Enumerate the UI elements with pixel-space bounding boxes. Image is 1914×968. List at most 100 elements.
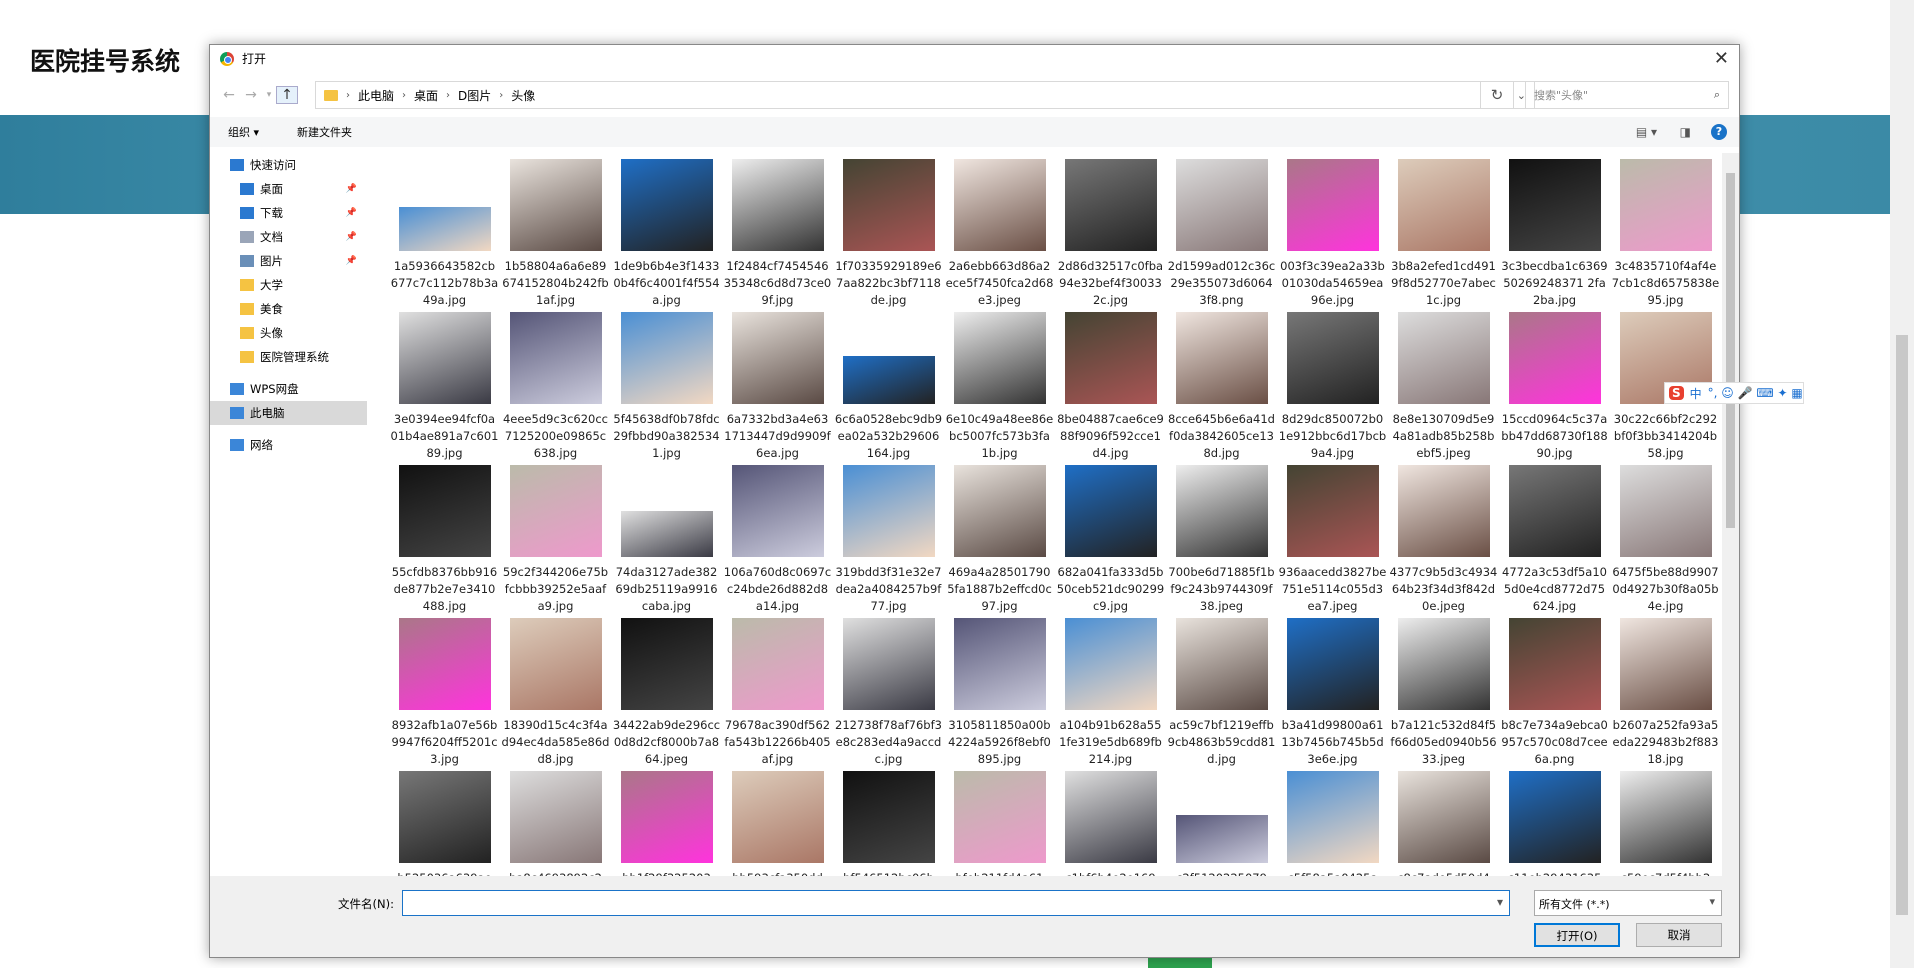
file-list-scrollbar[interactable] xyxy=(1722,153,1739,876)
file-item[interactable]: c5f58a5a0425a xyxy=(1277,771,1388,876)
file-item[interactable]: 682a041fa333d5b50ceb521dc90299c9.jpg xyxy=(1055,465,1166,618)
image-thumbnail xyxy=(398,312,491,404)
sidebar-item-9[interactable]: WPS网盘 xyxy=(210,377,367,401)
file-item[interactable]: bb1f29f325203 xyxy=(611,771,722,876)
file-name: 700be6d71885f1bf9c243b9744309f38.jpeg xyxy=(1168,565,1275,613)
file-item[interactable]: ac59c7bf1219effb9cb4863b59cdd81d.jpg xyxy=(1166,618,1277,771)
open-button[interactable]: 打开(O) xyxy=(1534,923,1620,947)
file-item[interactable]: 1b58804a6a6e89674152804b242fb1af.jpg xyxy=(500,159,611,312)
preview-pane-icon[interactable]: ◨ xyxy=(1680,125,1691,139)
sidebar-item-7[interactable]: 头像 xyxy=(210,321,367,345)
filetype-select[interactable]: 所有文件 (*.*) xyxy=(1534,890,1722,916)
file-item[interactable]: 319bdd3f31e32e7dea2a4084257b9f77.jpg xyxy=(833,465,944,618)
file-item[interactable]: b3a41d99800a6113b7456b745b5d3e6e.jpg xyxy=(1277,618,1388,771)
file-item[interactable]: bb593cfa350dd xyxy=(722,771,833,876)
file-item[interactable]: 5f45638df0b78fdc29fbbd90a3825341.jpg xyxy=(611,312,722,465)
file-item[interactable]: c59ec7d5f4bb2 xyxy=(1610,771,1721,876)
breadcrumb-d图片[interactable]: D图片 xyxy=(458,87,491,104)
file-item[interactable]: 3c3becdba1c636950269248371 2fa2ba.jpg xyxy=(1499,159,1610,312)
file-item[interactable]: 4772a3c53df5a105d0e4cd8772d75624.jpg xyxy=(1499,465,1610,618)
file-item[interactable]: 15ccd0964c5c37abb47dd68730f18890.jpg xyxy=(1499,312,1610,465)
file-item[interactable]: 8932afb1a07e56b9947f6204ff5201c3.jpg xyxy=(389,618,500,771)
ime-mode[interactable]: 中 xyxy=(1690,385,1702,402)
back-icon[interactable]: ← xyxy=(218,87,240,103)
file-item[interactable]: c8c7ade5d50d4 xyxy=(1388,771,1499,876)
page-scrollbar[interactable] xyxy=(1890,0,1914,968)
ime-toolbar[interactable]: S 中 °, ☺ 🎤 ⌨ ✦ ▦ xyxy=(1664,382,1804,404)
file-item[interactable]: 6e10c49a48ee86ebc5007fc573b3fa1b.jpg xyxy=(944,312,1055,465)
cancel-button[interactable]: 取消 xyxy=(1636,923,1722,947)
sidebar-item-2[interactable]: 下载 📌 xyxy=(210,201,367,225)
sidebar-item-8[interactable]: 医院管理系统 xyxy=(210,345,367,369)
sidebar-item-0[interactable]: 快速访问 xyxy=(210,153,367,177)
file-item[interactable]: 74da3127ade38269db25119a9916caba.jpg xyxy=(611,465,722,618)
file-item[interactable]: 1f70335929189e67aa822bc3bf7118de.jpg xyxy=(833,159,944,312)
sidebar-item-6[interactable]: 美食 xyxy=(210,297,367,321)
sidebar-item-1[interactable]: 桌面 📌 xyxy=(210,177,367,201)
file-item[interactable]: b8c7e734a9ebca0957c570c08d7cee6a.png xyxy=(1499,618,1610,771)
view-options-icon[interactable]: ▤ ▾ xyxy=(1636,125,1657,139)
file-item[interactable]: 3e0394ee94fcf0a01b4ae891a7c60189.jpg xyxy=(389,312,500,465)
file-item[interactable]: 59c2f344206e75bfcbbb39252e5aafa9.jpg xyxy=(500,465,611,618)
address-bar[interactable]: › 此电脑 › 桌面 › D图片 › 头像 ⌄ xyxy=(315,81,1535,109)
file-item[interactable]: c11eb29431635 xyxy=(1499,771,1610,876)
file-item[interactable]: 79678ac390df562fa543b12266b405af.jpg xyxy=(722,618,833,771)
file-item[interactable]: 55cfdb8376bb916de877b2e7e3410488.jpg xyxy=(389,465,500,618)
ime-icons[interactable]: °, ☺ 🎤 ⌨ ✦ ▦ xyxy=(1708,386,1803,400)
filename-input[interactable] xyxy=(402,890,1510,916)
file-item[interactable]: 8cce645b6e6a41df0da3842605ce138d.jpg xyxy=(1166,312,1277,465)
file-item[interactable]: 936aacedd3827be751e5114c055d3ea7.jpeg xyxy=(1277,465,1388,618)
file-item[interactable]: 1a5936643582cb677c7c112b78b3a49a.jpg xyxy=(389,159,500,312)
file-item[interactable]: 4377c9b5d3c493464b23f34d3f842d0e.jpeg xyxy=(1388,465,1499,618)
refresh-button[interactable]: ↻ xyxy=(1480,81,1514,109)
organize-button[interactable]: 组织 ▾ xyxy=(228,124,259,140)
sidebar-item-4[interactable]: 图片 📌 xyxy=(210,249,367,273)
file-item[interactable]: 003f3c39ea2a33b01030da54659ea96e.jpg xyxy=(1277,159,1388,312)
file-item[interactable]: 8be04887cae6ce988f9096f592cce1d4.jpg xyxy=(1055,312,1166,465)
recent-dropdown-icon[interactable]: ▾ xyxy=(262,90,276,100)
file-item[interactable]: 2a6ebb663d86a2ece5f7450fca2d68e3.jpeg xyxy=(944,159,1055,312)
help-icon[interactable]: ? xyxy=(1711,124,1727,140)
file-item[interactable]: b525036a639ae xyxy=(389,771,500,876)
file-item[interactable]: 1de9b6b4e3f14330b4f6c4001f4f554a.jpg xyxy=(611,159,722,312)
sidebar-item-11[interactable]: 网络 xyxy=(210,433,367,457)
breadcrumb-桌面[interactable]: 桌面 xyxy=(414,87,438,104)
file-item[interactable]: 6c6a0528ebc9db9ea02a532b29606164.jpg xyxy=(833,312,944,465)
file-item[interactable]: bfeb211fd4a61 xyxy=(944,771,1055,876)
forward-icon[interactable]: → xyxy=(240,87,262,103)
file-item[interactable]: b7a121c532d84f5f66d05ed0940b5633.jpeg xyxy=(1388,618,1499,771)
new-folder-button[interactable]: 新建文件夹 xyxy=(297,124,352,140)
file-item[interactable]: b2607a252fa93a5eda229483b2f88318.jpg xyxy=(1610,618,1721,771)
sidebar-item-10[interactable]: 此电脑 xyxy=(210,401,367,425)
breadcrumb-此电脑[interactable]: 此电脑 xyxy=(358,87,394,104)
sidebar-item-label: 桌面 xyxy=(260,182,283,196)
close-button[interactable]: ✕ xyxy=(1714,48,1729,69)
file-item[interactable]: 6a7332bd3a4e631713447d9d9909f6ea.jpg xyxy=(722,312,833,465)
file-item[interactable]: ba8c4693892c2 xyxy=(500,771,611,876)
up-icon[interactable]: ↑ xyxy=(276,86,298,104)
breadcrumb-头像[interactable]: 头像 xyxy=(511,87,535,104)
file-item[interactable]: 106a760d8c0697cc24bde26d882d8a14.jpg xyxy=(722,465,833,618)
file-item[interactable]: 3c4835710f4af4e7cb1c8d6575838e95.jpg xyxy=(1610,159,1721,312)
file-item[interactable]: 2d86d32517c0fba94e32bef4f300332c.jpg xyxy=(1055,159,1166,312)
sidebar-item-5[interactable]: 大学 xyxy=(210,273,367,297)
search-input[interactable]: 搜索"头像" ⌕ xyxy=(1525,81,1729,109)
file-item[interactable]: 3105811850a00b4224a5926f8ebf0895.jpg xyxy=(944,618,1055,771)
sidebar-item-3[interactable]: 文档 📌 xyxy=(210,225,367,249)
file-item[interactable]: 6475f5be88d99070d4927b30f8a05b4e.jpg xyxy=(1610,465,1721,618)
file-item[interactable]: a104b91b628a551fe319e5db689fb214.jpg xyxy=(1055,618,1166,771)
file-item[interactable]: 8d29dc850072b01e912bbc6d17bcb9a4.jpg xyxy=(1277,312,1388,465)
file-item[interactable]: 212738f78af76bf3e8c283ed4a9accdc.jpg xyxy=(833,618,944,771)
file-item[interactable]: 1f2484cf745454635348c6d8d73ce09f.jpg xyxy=(722,159,833,312)
file-item[interactable]: 3b8a2efed1cd4919f8d52770e7abec1c.jpg xyxy=(1388,159,1499,312)
file-item[interactable]: bf546512bc06b xyxy=(833,771,944,876)
file-item[interactable]: 34422ab9de296cc0d8d2cf8000b7a864.jpeg xyxy=(611,618,722,771)
file-item[interactable]: 2d1599ad012c36c29e355073d60643f8.png xyxy=(1166,159,1277,312)
file-item[interactable]: c2f5120225079 xyxy=(1166,771,1277,876)
file-item[interactable]: 18390d15c4c3f4ad94ec4da585e86dd8.jpg xyxy=(500,618,611,771)
file-item[interactable]: 4eee5d9c3c620cc7125200e09865c638.jpg xyxy=(500,312,611,465)
file-item[interactable]: 469a4a285017905fa1887b2effcd0c97.jpg xyxy=(944,465,1055,618)
file-item[interactable]: 8e8e130709d5e94a81adb85b258bebf5.jpeg xyxy=(1388,312,1499,465)
file-item[interactable]: c1bf6b4e2e169 xyxy=(1055,771,1166,876)
file-item[interactable]: 700be6d71885f1bf9c243b9744309f38.jpeg xyxy=(1166,465,1277,618)
